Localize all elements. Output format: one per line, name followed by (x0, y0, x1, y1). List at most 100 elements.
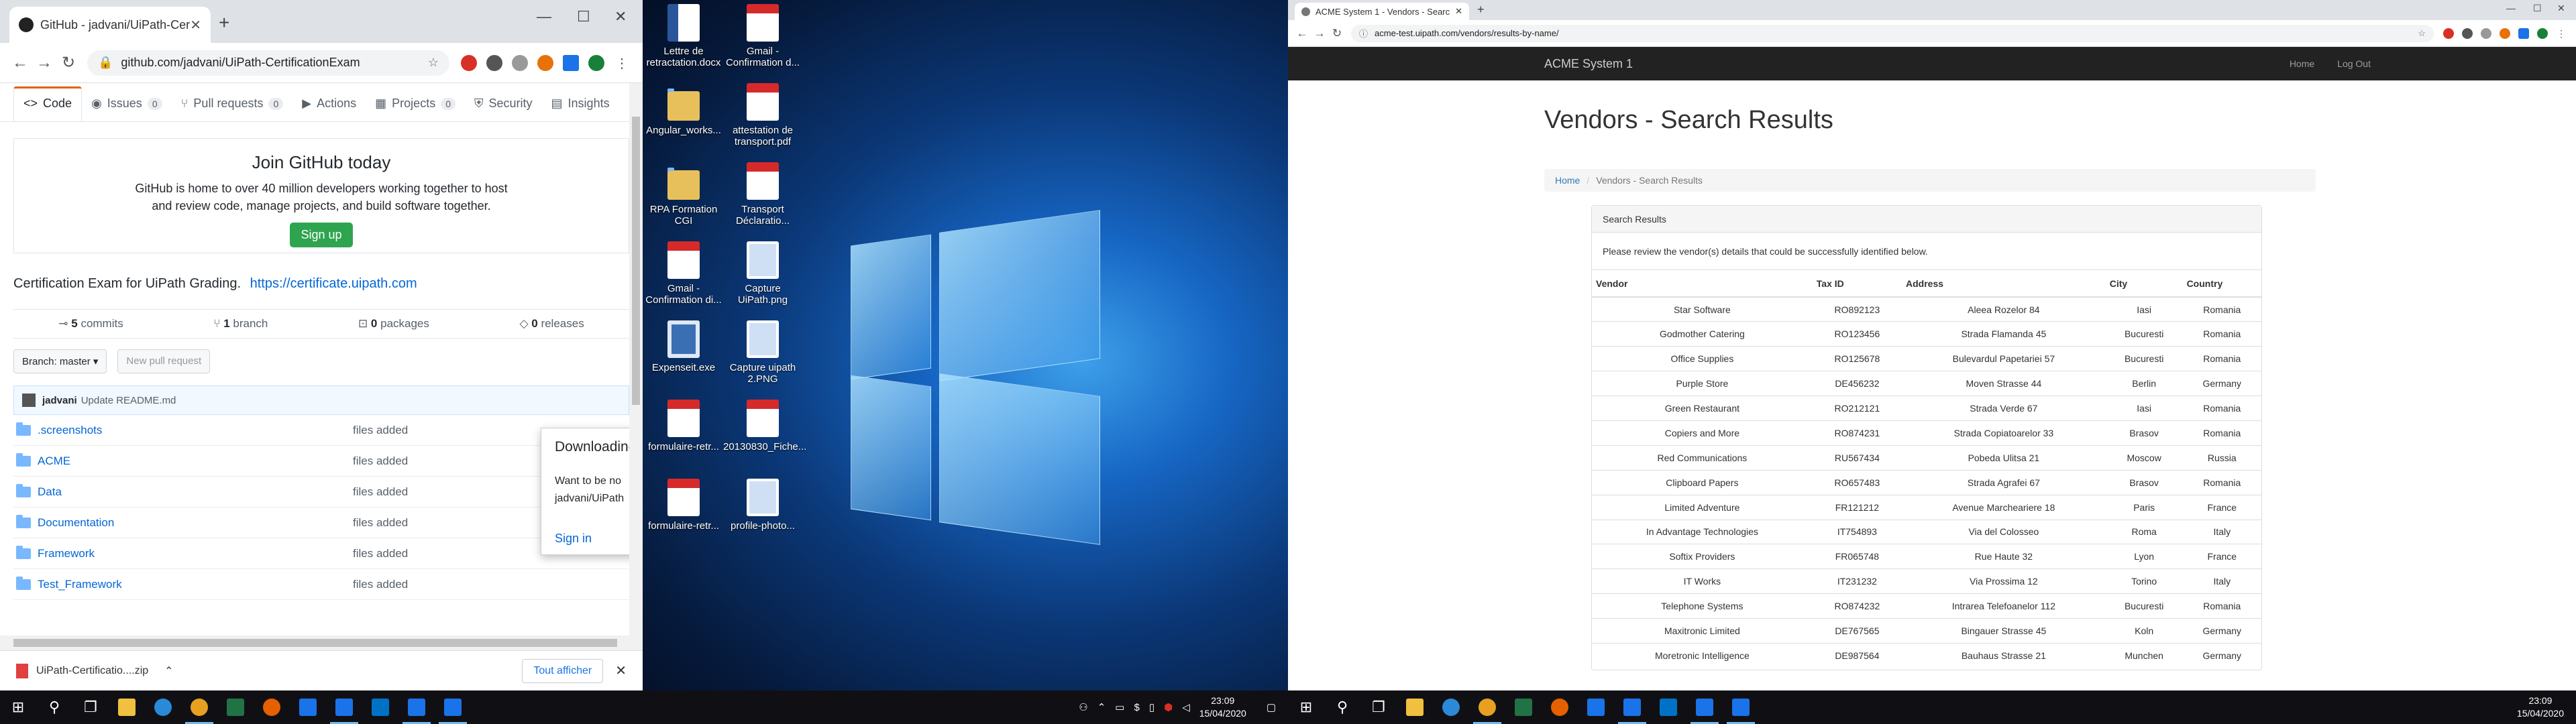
tab-pull-requests[interactable]: ⑂ Pull requests 0 (172, 97, 293, 121)
tab-insights[interactable]: ▤ Insights (542, 97, 619, 121)
reload-icon[interactable]: ↻ (1328, 27, 1346, 40)
forward-icon[interactable]: → (32, 54, 56, 72)
close-tab-icon[interactable]: ✕ (1455, 6, 1462, 17)
mcafee-icon[interactable]: ⬢ (1164, 701, 1173, 713)
commit-message[interactable]: Update README.md (81, 395, 176, 406)
tab-security[interactable]: ⛨ Security (465, 97, 542, 121)
firefox-button[interactable] (254, 690, 290, 724)
minimize-button[interactable]: — (2506, 3, 2516, 13)
tab-actions[interactable]: ▶ Actions (292, 97, 366, 121)
list-item[interactable]: Test_Framework files added (13, 569, 629, 600)
volume-icon[interactable]: ◁ (1182, 701, 1190, 713)
desktop-icon[interactable]: Lettre de retractation.docx (644, 4, 723, 68)
reload-icon[interactable]: ↻ (56, 53, 80, 72)
maximize-button[interactable]: ☐ (577, 8, 590, 25)
chevron-up-icon[interactable]: ⌃ (164, 664, 173, 678)
branch-select-button[interactable]: Branch: master ▾ (13, 349, 107, 373)
nav-logout-link[interactable]: Log Out (2337, 58, 2371, 69)
show-all-downloads-button[interactable]: Tout afficher (522, 658, 604, 683)
commit-author[interactable]: jadvani (42, 395, 77, 406)
scroll-thumb[interactable] (632, 117, 640, 405)
clock[interactable]: 23:09 15/04/2020 (1199, 695, 1246, 720)
outlook-button[interactable] (1650, 690, 1686, 724)
breadcrumb-home-link[interactable]: Home (1555, 175, 1580, 186)
uipath-robot-button[interactable] (1686, 690, 1723, 724)
close-download-bar-icon[interactable]: ✕ (615, 662, 627, 679)
file-explorer-button[interactable] (1397, 690, 1433, 724)
smiley-icon[interactable] (2481, 27, 2491, 39)
back-icon[interactable]: ← (8, 54, 32, 72)
desktop-icon[interactable]: 20130830_Fiche... (723, 400, 806, 452)
people-icon[interactable]: ⚇ (1079, 701, 1087, 713)
extension-icon[interactable] (2500, 27, 2510, 39)
edge-button[interactable] (145, 690, 181, 724)
scroll-thumb[interactable] (13, 639, 617, 647)
desktop-icon[interactable]: Gmail - Confirmation di... (644, 241, 723, 306)
desktop-icon[interactable]: Capture UiPath.png (723, 241, 802, 306)
tab-code[interactable]: <> Code (13, 86, 83, 121)
list-item[interactable]: .screenshots files added (13, 415, 629, 446)
task-view-button[interactable]: ❐ (1360, 690, 1397, 724)
desktop-icon[interactable]: formulaire-retr... (644, 400, 723, 452)
eyedropper-icon[interactable] (486, 54, 502, 71)
uipath-button[interactable] (1578, 690, 1614, 724)
desktop-icon[interactable]: attestation de transport.pdf (723, 83, 802, 147)
forward-icon[interactable]: → (1311, 27, 1328, 40)
minimize-button[interactable]: — (537, 8, 551, 25)
desktop-icon[interactable]: Capture uipath 2.PNG (723, 320, 802, 385)
profile-avatar[interactable] (2537, 27, 2548, 39)
new-tab-button[interactable]: + (1477, 3, 1485, 17)
desktop-icon[interactable]: Angular_works... (644, 83, 723, 136)
list-item[interactable]: Framework files added (13, 538, 629, 569)
acme-tab[interactable]: ACME System 1 - Vendors - Searc ✕ (1295, 3, 1469, 20)
adblock-icon[interactable] (2443, 27, 2454, 39)
popup-sign-in-link[interactable]: Sign in (555, 532, 634, 546)
desktop-icon[interactable]: profile-photo... (723, 479, 802, 532)
adblock-icon[interactable] (461, 54, 477, 71)
uipath-extension-icon[interactable] (563, 54, 579, 71)
star-icon[interactable]: ☆ (428, 56, 439, 70)
releases-link[interactable]: ◇ 0 releases (519, 317, 584, 330)
profile-avatar[interactable] (588, 54, 604, 71)
battery-icon[interactable]: ▭ (1115, 701, 1124, 713)
uipath-robot-button[interactable] (398, 690, 435, 724)
task-view-button[interactable]: ❐ (72, 690, 109, 724)
uipath-assistant-button[interactable] (435, 690, 471, 724)
back-icon[interactable]: ← (1293, 27, 1311, 40)
extension-icon[interactable] (537, 54, 553, 71)
menu-icon[interactable]: ⋮ (614, 55, 630, 71)
tab-issues[interactable]: ◉ Issues 0 (82, 97, 172, 121)
uipath-studio-button[interactable] (326, 690, 362, 724)
start-button[interactable]: ⊞ (1288, 690, 1324, 724)
desktop-icon[interactable]: Transport Déclaratio... (723, 162, 802, 227)
description-link[interactable]: https://certificate.uipath.com (250, 276, 417, 291)
desktop-icon[interactable]: formulaire-retr... (644, 479, 723, 532)
close-window-button[interactable]: ✕ (614, 8, 627, 25)
edge-button[interactable] (1433, 690, 1469, 724)
chevron-up-icon[interactable]: ⌃ (1097, 701, 1106, 713)
uipath-assistant-button[interactable] (1723, 690, 1759, 724)
chrome-button[interactable] (181, 690, 217, 724)
commits-link[interactable]: ⊸ 5 commits (58, 317, 123, 330)
eyedropper-icon[interactable] (2462, 27, 2473, 39)
new-pull-request-button[interactable]: New pull request (117, 349, 211, 373)
desktop-icon[interactable]: Expenseit.exe (644, 320, 723, 373)
uipath-extension-icon[interactable] (2518, 27, 2529, 39)
brand-link[interactable]: ACME System 1 (1544, 57, 1633, 71)
download-filename[interactable]: UiPath-Certificatio....zip (36, 665, 148, 677)
smiley-icon[interactable] (512, 54, 528, 71)
start-button[interactable]: ⊞ (0, 690, 36, 724)
list-item[interactable]: Data files added (13, 477, 629, 507)
address-bar[interactable]: 🔒 github.com/jadvani/UiPath-Certificatio… (87, 50, 449, 76)
close-tab-icon[interactable]: ✕ (190, 17, 201, 34)
address-bar[interactable]: ⓘ acme-test.uipath.com/vendors/results-b… (1351, 24, 2434, 42)
search-button[interactable]: ⚲ (1324, 690, 1360, 724)
close-window-button[interactable]: ✕ (2557, 3, 2565, 14)
file-explorer-button[interactable] (109, 690, 145, 724)
maximize-button[interactable]: ☐ (2533, 3, 2542, 14)
chrome-button[interactable] (1469, 690, 1505, 724)
packages-link[interactable]: ⊡ 0 packages (358, 317, 429, 330)
firefox-button[interactable] (1542, 690, 1578, 724)
dollar-icon[interactable]: $ (1134, 702, 1139, 713)
star-icon[interactable]: ☆ (2418, 28, 2426, 39)
